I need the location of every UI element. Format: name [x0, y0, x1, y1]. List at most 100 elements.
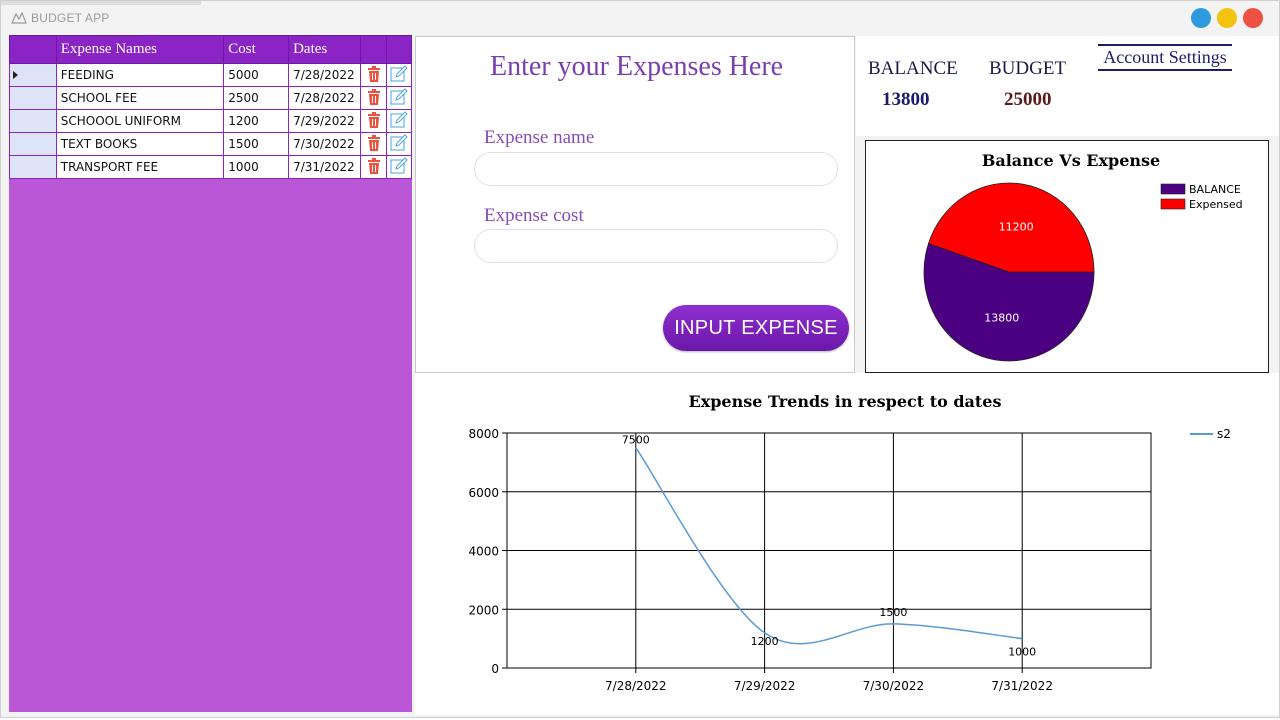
table-row[interactable]: SCHOOOL UNIFORM 1200 7/29/2022 [9, 109, 413, 133]
x-tick-label: 7/31/2022 [991, 679, 1053, 693]
edit-icon [390, 156, 408, 173]
line-data-label: 1500 [879, 606, 907, 619]
edit-row-button[interactable] [385, 132, 413, 156]
column-header-dates[interactable]: Dates [288, 35, 362, 64]
expense-cost-label: Expense cost [484, 205, 584, 226]
legend-label: s2 [1217, 427, 1231, 441]
grid-body: FEEDING 5000 7/28/2022 SCHOOL FEE 2500 7/28/2… [9, 63, 413, 179]
legend-label: BALANCE [1189, 183, 1241, 196]
y-tick-label: 6000 [468, 486, 499, 500]
trash-icon [367, 88, 380, 105]
line-data-label: 1000 [1008, 646, 1036, 659]
cell-date[interactable]: 7/28/2022 [288, 63, 362, 87]
window-title: BUDGET APP [31, 11, 110, 25]
cell-date[interactable]: 7/30/2022 [288, 132, 362, 156]
legend-label: Expensed [1189, 198, 1243, 211]
cell-date[interactable]: 7/31/2022 [288, 155, 362, 179]
column-header-delete [360, 35, 387, 64]
trash-icon [367, 111, 380, 128]
expense-trends-chart: Expense Trends in respect to dates 0 2000 4… [415, 373, 1279, 715]
grid-corner-header [9, 35, 57, 64]
cell-expense-name[interactable]: TRANSPORT FEE [55, 155, 225, 179]
legend-swatch [1160, 183, 1186, 195]
edit-icon [390, 110, 408, 127]
table-row[interactable]: TEXT BOOKS 1500 7/30/2022 [9, 132, 413, 156]
cell-expense-name[interactable]: SCHOOOL UNIFORM [55, 109, 225, 133]
cell-expense-name[interactable]: TEXT BOOKS [55, 132, 225, 156]
app-window: BUDGET APP Expense Names Cost Dates FEED… [0, 0, 1280, 718]
cell-expense-name[interactable]: SCHOOL FEE [55, 86, 225, 110]
minimize-button[interactable] [1191, 8, 1211, 28]
table-row[interactable]: TRANSPORT FEE 1000 7/31/2022 [9, 155, 413, 179]
delete-row-button[interactable] [360, 132, 387, 156]
expense-grid: Expense Names Cost Dates FEEDING 5000 7/28… [9, 35, 413, 179]
row-header[interactable] [9, 86, 57, 110]
cell-expense-name[interactable]: FEEDING [55, 63, 225, 87]
line-chart-title: Expense Trends in respect to dates [689, 392, 1002, 411]
expense-grid-panel: Expense Names Cost Dates FEEDING 5000 7/28… [9, 35, 413, 712]
edit-icon [390, 133, 408, 150]
pie-chart-title: Balance Vs Expense [982, 151, 1160, 170]
table-row[interactable]: FEEDING 5000 7/28/2022 [9, 63, 413, 87]
cell-cost[interactable]: 2500 [223, 86, 290, 110]
cell-cost[interactable]: 5000 [223, 63, 290, 87]
y-tick-label: 2000 [468, 603, 499, 617]
budget-label: BUDGET [989, 58, 1067, 79]
y-tick-label: 4000 [468, 545, 499, 559]
trash-icon [367, 65, 380, 82]
table-row[interactable]: SCHOOL FEE 2500 7/28/2022 [9, 86, 413, 110]
edit-row-button[interactable] [385, 109, 413, 133]
balance-vs-expense-chart: Balance Vs Expense 13800 BALANCE 11200 Expen… [865, 140, 1269, 373]
line-data-label: 1200 [751, 635, 779, 648]
cell-cost[interactable]: 1200 [223, 109, 290, 133]
grid-header-row: Expense Names Cost Dates [9, 35, 413, 64]
current-row-arrow-icon [13, 71, 18, 79]
delete-row-button[interactable] [360, 109, 387, 133]
delete-row-button[interactable] [360, 63, 387, 87]
trash-icon [367, 157, 380, 174]
title-bar-edge [1, 1, 201, 5]
delete-row-button[interactable] [360, 155, 387, 179]
column-header-expense-names[interactable]: Expense Names [55, 35, 225, 64]
x-tick-label: 7/29/2022 [734, 679, 796, 693]
summary-area: BALANCE 13800 BUDGET 25000 Account Setti… [856, 36, 1279, 136]
balance-label: BALANCE [868, 58, 958, 79]
maximize-button[interactable] [1217, 8, 1237, 28]
row-header[interactable] [9, 132, 57, 156]
row-header[interactable] [9, 109, 57, 133]
x-tick-label: 7/28/2022 [605, 679, 667, 693]
delete-row-button[interactable] [360, 86, 387, 110]
cell-cost[interactable]: 1500 [223, 132, 290, 156]
series-line-s2 [635, 447, 1023, 645]
edit-icon [390, 64, 408, 81]
y-tick-label: 8000 [468, 427, 499, 441]
title-bar[interactable]: BUDGET APP [1, 1, 1279, 35]
column-header-edit [385, 35, 413, 64]
edit-row-button[interactable] [385, 155, 413, 179]
edit-row-button[interactable] [385, 86, 413, 110]
edit-row-button[interactable] [385, 63, 413, 87]
balance-value: 13800 [882, 89, 930, 110]
cell-date[interactable]: 7/28/2022 [288, 86, 362, 110]
expense-form-panel: Enter your Expenses Here Expense name Ex… [415, 36, 855, 373]
row-header[interactable] [9, 63, 57, 87]
app-icon [11, 12, 27, 24]
cell-cost[interactable]: 1000 [223, 155, 290, 179]
line-chart-svg: Expense Trends in respect to dates 0 2000 4… [468, 392, 1231, 693]
column-header-cost[interactable]: Cost [223, 35, 290, 64]
y-tick-label: 0 [491, 662, 499, 676]
account-settings-button[interactable]: Account Settings [1098, 44, 1232, 71]
row-header[interactable] [9, 155, 57, 179]
x-tick-label: 7/30/2022 [863, 679, 925, 693]
line-data-label: 7500 [622, 434, 650, 447]
form-title: Enter your Expenses Here [490, 51, 784, 82]
cell-date[interactable]: 7/29/2022 [288, 109, 362, 133]
close-button[interactable] [1243, 8, 1263, 28]
expense-name-input[interactable] [474, 152, 838, 186]
input-expense-button[interactable]: INPUT EXPENSE [663, 305, 849, 351]
expense-cost-input[interactable] [474, 229, 838, 263]
expense-name-label: Expense name [484, 127, 595, 148]
pie-chart-svg: Balance Vs Expense 13800 BALANCE 11200 Expen… [923, 151, 1243, 362]
pie-data-label: 11200 [999, 220, 1034, 233]
budget-value: 25000 [1004, 89, 1052, 110]
